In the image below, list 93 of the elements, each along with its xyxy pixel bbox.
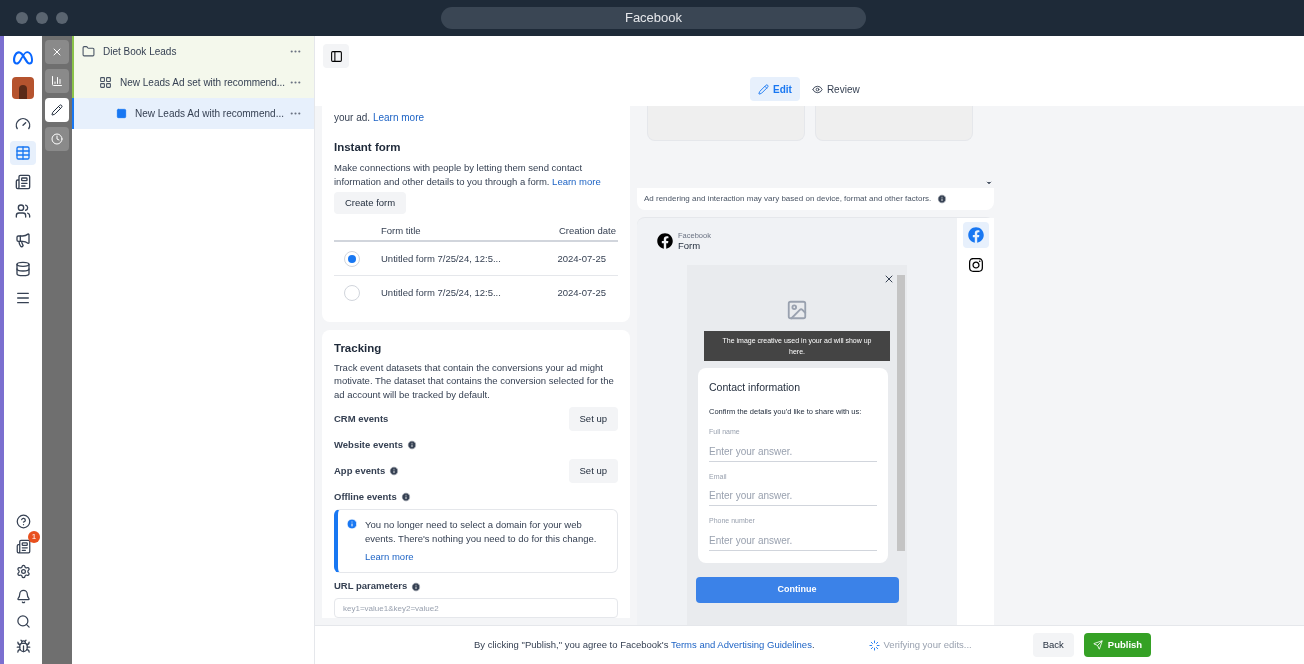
bug-icon[interactable]: [15, 638, 31, 654]
tree-label: New Leads Ad with recommend...: [135, 107, 285, 121]
facebook-icon: [657, 233, 673, 249]
view-tab[interactable]: Review: [803, 77, 868, 101]
settings-icon[interactable]: [15, 563, 31, 579]
folder-icon: [82, 45, 95, 58]
instagram-icon: [967, 257, 984, 273]
learn-more-link[interactable]: Learn more: [365, 550, 609, 565]
facebook-icon: [967, 227, 984, 243]
event-label: CRM events: [334, 412, 389, 426]
status-text: Verifying your edits...: [883, 637, 972, 652]
gauge-icon: [15, 116, 31, 132]
address-bar[interactable]: Facebook: [441, 7, 866, 29]
learn-more-link[interactable]: Learn more: [372, 112, 425, 123]
square-icon: [116, 108, 127, 119]
field-label: URL parameters: [334, 579, 618, 594]
preview-note: Ad rendering and interaction may vary based on device, format and other factors.: [644, 193, 932, 205]
table-nav-item[interactable]: [10, 141, 36, 165]
event-label: Offline events: [334, 490, 411, 505]
avatar[interactable]: [12, 77, 34, 99]
search-icon[interactable]: [15, 613, 31, 629]
scroll-down-icon[interactable]: [985, 179, 993, 187]
publish-terms-text: By clicking "Publish," you agree to Facebook's Terms and Advertising Guidelines.: [474, 637, 815, 652]
table-icon: [15, 145, 31, 161]
send-icon: [1092, 640, 1103, 650]
event-label: Website events: [334, 438, 417, 453]
eye-icon: [811, 83, 823, 95]
answer-field[interactable]: Enter your answer.: [709, 486, 877, 506]
contact-title: Contact information: [709, 380, 802, 395]
news-icon[interactable]: [15, 538, 31, 554]
people-icon: [15, 203, 31, 219]
close-icon[interactable]: [883, 273, 895, 285]
clock-button[interactable]: [45, 127, 69, 151]
meta-logo-icon[interactable]: [13, 48, 33, 68]
pencil-icon: [51, 104, 63, 116]
view-tab[interactable]: Edit: [750, 77, 800, 101]
form-title-cell-text: Untitled form 7/25/24, 12:5...: [381, 286, 502, 301]
answer-field[interactable]: Enter your answer.: [709, 530, 877, 551]
learn-more-link[interactable]: Learn more: [552, 176, 601, 188]
clock-icon: [51, 133, 63, 145]
column-header: Form title: [381, 224, 422, 239]
placement-label: Form: [678, 240, 702, 250]
tree-item[interactable]: New Leads Ad set with recommend...: [72, 67, 314, 98]
answer-field[interactable]: Enter your answer.: [709, 441, 877, 462]
info-icon[interactable]: [389, 466, 400, 477]
tree-item[interactable]: Diet Book Leads: [72, 36, 314, 67]
url-parameters-field[interactable]: key1=value1&key2=value2: [334, 598, 618, 619]
image-placeholder-icon: [786, 299, 808, 321]
panel-icon: [329, 49, 343, 63]
pencil-button[interactable]: [45, 98, 69, 122]
set-up-button[interactable]: Set up: [568, 407, 618, 432]
info-icon[interactable]: [400, 492, 411, 503]
form-title-cell-text: Untitled form 7/25/24, 12:5...: [381, 251, 502, 266]
create-form-button[interactable]: Create form: [334, 192, 407, 215]
notice-text: You no longer need to select a domain for your web events. There's nothing you need to do for this change.: [365, 518, 598, 546]
form-row[interactable]: Untitled form 7/25/24, 12:5... 2024-07-25: [334, 242, 618, 277]
help-icon[interactable]: [15, 513, 31, 529]
facebook-tab[interactable]: [962, 222, 989, 248]
database-icon: [15, 261, 31, 277]
close-icon: [51, 46, 63, 58]
tree-item[interactable]: New Leads Ad with recommend...: [72, 98, 314, 129]
info-icon[interactable]: [937, 194, 948, 204]
form-row[interactable]: Untitled form 7/25/24, 12:5... 2024-07-25: [334, 276, 618, 311]
continue-button[interactable]: Continue: [695, 576, 899, 603]
megaphone-icon: [15, 232, 31, 248]
terms-link[interactable]: Terms and Advertising Guidelines: [670, 638, 812, 650]
destination-text: your ad. Learn more: [334, 111, 426, 125]
section-title: Tracking: [334, 341, 383, 357]
chart-button[interactable]: [45, 69, 69, 93]
tree-label: Diet Book Leads: [103, 45, 178, 59]
info-icon[interactable]: [407, 440, 417, 451]
bell-icon[interactable]: [15, 588, 31, 604]
spinner-icon: [868, 639, 880, 651]
section-description: Make connections with people by letting them send contact information and other details to you through a form. Learn more: [334, 161, 602, 190]
grid-icon: [99, 76, 112, 89]
set-up-button[interactable]: Set up: [568, 459, 618, 484]
chart-icon: [51, 75, 63, 87]
tree-label: New Leads Ad set with recommend...: [120, 76, 287, 90]
creation-date-cell: 2024-07-25: [557, 286, 606, 301]
event-label: App events: [334, 464, 400, 479]
section-title: Instant form: [334, 140, 402, 155]
pages-icon: [15, 174, 31, 190]
info-icon: [346, 518, 358, 531]
notification-badge: 1: [28, 531, 40, 543]
creation-date-cell: 2024-07-25: [557, 251, 606, 266]
panel-toggle-button[interactable]: [323, 44, 349, 68]
menu-icon: [15, 290, 31, 306]
column-header: Creation date: [558, 224, 616, 239]
back-button[interactable]: Back: [1032, 633, 1074, 657]
close-button[interactable]: [45, 40, 69, 64]
pencil-icon: [758, 83, 769, 95]
section-description: Track event datasets that contain the conversions your ad might motivate. The dataset that contains the conversion selected for the ad account will be tracked by default.: [334, 360, 615, 402]
info-icon[interactable]: [411, 581, 422, 592]
